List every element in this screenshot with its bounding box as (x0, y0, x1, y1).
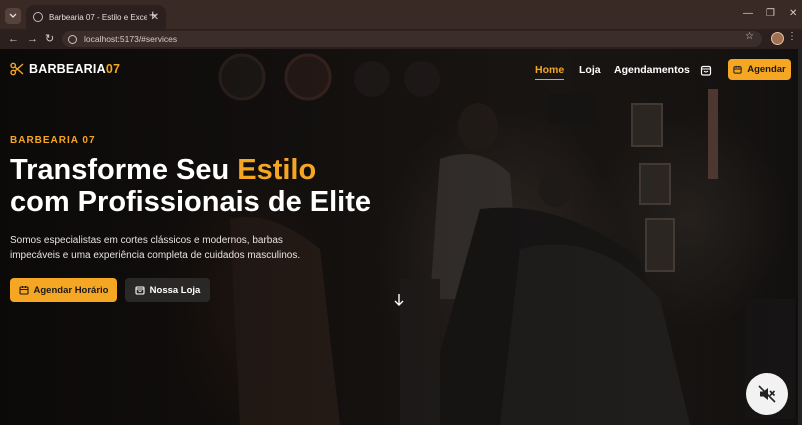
scroll-down-button[interactable] (393, 293, 405, 312)
hero-title-accent: Estilo (237, 154, 317, 186)
browser-tab[interactable]: Barbearia 07 - Estilo e Excelência ✕ (26, 5, 166, 29)
site-navbar: BARBEARIA07 Home Loja Agendamentos Agend… (0, 49, 798, 91)
browser-tabstrip: Barbearia 07 - Estilo e Excelência ✕ + —… (0, 0, 802, 29)
hero-title: Transforme Seu Estilo com Profissionais … (10, 154, 371, 218)
address-bar[interactable]: localhost:5173/#services (62, 31, 762, 47)
logo-main-text: BARBEARIA (29, 62, 106, 76)
logo-accent-text: 07 (105, 62, 121, 76)
shopping-bag-icon (135, 285, 145, 295)
restore-icon[interactable]: ❐ (766, 8, 775, 19)
bookmark-star-icon[interactable]: ☆ (745, 31, 754, 42)
agendar-horario-button[interactable]: Agendar Horário (10, 278, 117, 302)
forward-icon[interactable]: → (27, 32, 38, 46)
agendar-button[interactable]: Agendar (728, 59, 791, 80)
agendar-button-label: Agendar (747, 64, 786, 75)
nav-link-agendamentos[interactable]: Agendamentos (614, 64, 690, 76)
tab-search-button[interactable] (5, 8, 21, 24)
browser-menu-icon[interactable]: ⋮ (787, 31, 797, 42)
tab-title: Barbearia 07 - Estilo e Excelência (49, 12, 147, 22)
nav-link-home[interactable]: Home (535, 64, 565, 80)
minimize-icon[interactable]: — (743, 8, 753, 19)
window-close-icon[interactable]: ✕ (789, 8, 797, 19)
hero-kicker: BARBEARIA 07 (10, 135, 96, 146)
scissors-icon (10, 62, 24, 76)
chevron-down-icon (9, 13, 17, 18)
calendar-icon (733, 65, 742, 74)
agendar-horario-label: Agendar Horário (33, 284, 109, 296)
nossa-loja-button[interactable]: Nossa Loja (125, 278, 210, 302)
logo-text: BARBEARIA07 (29, 62, 120, 76)
page-viewport: BARBEARIA07 Home Loja Agendamentos Agend… (0, 49, 802, 425)
volume-mute-icon (758, 385, 776, 403)
reload-icon[interactable]: ↻ (45, 32, 54, 46)
hero-subtitle: Somos especialistas em cortes clássicos … (10, 235, 301, 261)
site-logo[interactable]: BARBEARIA07 (10, 62, 120, 76)
cart-button[interactable] (700, 63, 712, 81)
calendar-icon (18, 285, 29, 295)
arrow-down-icon (394, 294, 404, 306)
globe-icon (33, 12, 43, 22)
nossa-loja-label: Nossa Loja (149, 284, 201, 296)
hero-title-line2: com Profissionais de Elite (10, 186, 371, 218)
new-tab-button[interactable]: + (149, 7, 157, 22)
hero-title-plain: Transforme Seu (10, 154, 238, 186)
address-url: localhost:5173/#services (84, 34, 178, 44)
nav-link-loja[interactable]: Loja (579, 64, 601, 76)
page-scrollbar[interactable] (798, 49, 802, 425)
back-icon[interactable]: ← (8, 32, 19, 46)
profile-avatar[interactable] (771, 32, 784, 45)
mute-button[interactable] (746, 373, 788, 415)
browser-toolbar: ← → ↻ localhost:5173/#services ☆ ⋮ (0, 29, 802, 49)
site-info-icon[interactable] (68, 34, 77, 44)
cart-icon (700, 65, 712, 76)
